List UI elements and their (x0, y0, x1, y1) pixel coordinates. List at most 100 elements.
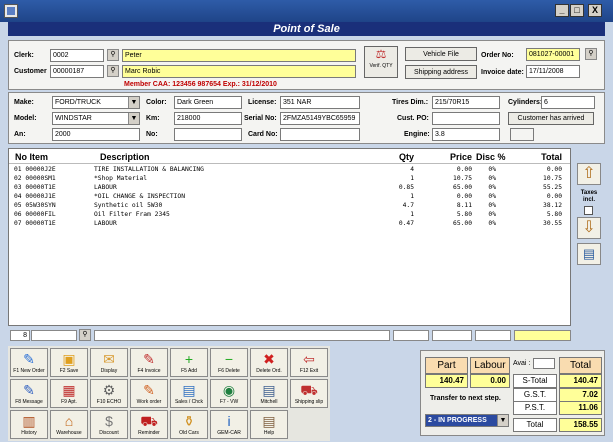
cust-po-label: Cust. PO: (397, 115, 429, 122)
mitchell-button[interactable]: ▤ Mitchell (250, 379, 288, 408)
engine-field[interactable]: 3.8 (432, 128, 500, 141)
add-button[interactable]: + F5 Add (170, 348, 208, 377)
maximize-button[interactable]: □ (570, 4, 584, 17)
tires-field[interactable]: 215/70R15 (432, 96, 500, 109)
model-select[interactable]: WINDSTAR ▼ (52, 112, 140, 125)
status-value: 2 - IN PROGRESS (428, 417, 487, 424)
info-button[interactable]: i GEM-CAR (210, 410, 248, 439)
taxes-incl-checkbox[interactable] (584, 206, 593, 215)
button-label: F7 - VW (219, 399, 239, 405)
discount-button[interactable]: $ Discount (90, 410, 128, 439)
new-order-icon: ✎ (23, 351, 35, 367)
disc-entry-field[interactable] (475, 330, 511, 341)
display-button[interactable]: ✉ Display (90, 348, 128, 377)
appointment-button[interactable]: ▦ F9 Apt. (50, 379, 88, 408)
message-icon: ✎ (23, 382, 35, 398)
clerk-id-field[interactable]: 0002 (50, 49, 104, 62)
customer-arrived-button[interactable]: Customer has arrived (508, 112, 594, 125)
total-entry-field[interactable] (514, 330, 571, 341)
shipping-button[interactable]: ⛟ Shipping slip (290, 379, 328, 408)
chevron-down-icon: ▼ (128, 97, 139, 108)
vehicle-file-button[interactable]: Vehicle File (405, 47, 477, 61)
verif-qty-button[interactable]: ⚖ Verif. QTY (364, 46, 398, 78)
part-total: 140.47 (425, 374, 468, 388)
cell-disc: 0% (488, 166, 496, 173)
invoice-date-field[interactable]: 17/11/2008 (526, 65, 580, 78)
cylinders-field[interactable]: 6 (541, 96, 595, 109)
description-entry-field[interactable] (94, 330, 390, 341)
button-label: Sales / Chck (174, 399, 204, 405)
clerk-search-icon[interactable]: ⚲ (107, 49, 119, 61)
cust-po-field[interactable] (432, 112, 500, 125)
invoice-button[interactable]: ✎ F4 Invoice (130, 348, 168, 377)
taxes-incl-label: Taxes incl. (580, 190, 598, 203)
cell-total: 5.80 (546, 211, 562, 218)
save-icon: ▣ (62, 351, 76, 367)
reminder-button[interactable]: ⛟ Reminder (130, 410, 168, 439)
cell-qty: 4.7 (402, 202, 414, 209)
qty-entry-field[interactable] (393, 330, 429, 341)
delete-button[interactable]: − F6 Delete (210, 348, 248, 377)
card-field[interactable] (280, 128, 360, 141)
echo-button[interactable]: ⚙ F10 ECHO (90, 379, 128, 408)
button-label: Work order (136, 399, 162, 405)
web-button[interactable]: ◉ F7 - VW (210, 379, 248, 408)
shipping-address-button[interactable]: Shipping address (405, 65, 477, 79)
avai-field[interactable] (533, 358, 555, 369)
button-label: Display (100, 368, 118, 374)
sales-check-button[interactable]: ▤ Sales / Chck (170, 379, 208, 408)
delete-order-icon: ✖ (263, 351, 275, 367)
cell-total: 38.12 (543, 202, 562, 209)
move-down-arrow-icon[interactable]: ⇩ (577, 217, 601, 239)
part-header: Part (425, 357, 468, 374)
customer-name-field[interactable]: Marc Robic (122, 65, 356, 78)
history-button[interactable]: ▥ History (10, 410, 48, 439)
move-up-arrow-icon[interactable]: ⇧ (577, 163, 601, 185)
work-order-button[interactable]: ✎ Work order (130, 379, 168, 408)
discount-icon: $ (105, 413, 113, 429)
cell-total: 30.55 (543, 220, 562, 227)
customer-id-field[interactable]: 00000187 (50, 65, 104, 78)
cell-total: 0.00 (546, 193, 562, 200)
work-order-icon: ✎ (143, 382, 155, 398)
old-cars-icon: ⚱ (183, 413, 195, 429)
message-button[interactable]: ✎ F8 Message (10, 379, 48, 408)
gst-label: G.S.T. (513, 388, 557, 402)
cell-description: LABOUR (94, 220, 117, 227)
customer-search-icon[interactable]: ⚲ (107, 65, 119, 77)
item-entry-field[interactable] (31, 330, 77, 341)
year-field[interactable]: 2000 (52, 128, 140, 141)
exit-button[interactable]: ⇦ F12 Exit (290, 348, 328, 377)
serial-label: Serial No: (244, 115, 277, 122)
new-order-button[interactable]: ✎ F1 New Order (10, 348, 48, 377)
display-icon: ✉ (103, 351, 115, 367)
make-select[interactable]: FORD/TRUCK ▼ (52, 96, 140, 109)
item-search-icon[interactable]: ⚲ (79, 329, 91, 341)
km-field[interactable]: 218000 (174, 112, 242, 125)
old-cars-button[interactable]: ⚱ Old Cars (170, 410, 208, 439)
km-label: Km: (146, 115, 160, 122)
cell-price: 0.00 (456, 193, 472, 200)
order-no-field[interactable]: 081027-00001 (526, 48, 580, 61)
no-field[interactable] (174, 128, 242, 141)
clerk-name-field[interactable]: Peter (122, 49, 356, 62)
help-button[interactable]: ▤ Help (250, 410, 288, 439)
color-field[interactable]: Dark Green (174, 96, 242, 109)
notes-icon[interactable]: ▤ (577, 243, 601, 265)
customer-label: Customer (14, 68, 47, 75)
avai-label: Avai : (513, 360, 531, 367)
status-select[interactable]: 2 - IN PROGRESS ▼ (425, 414, 509, 427)
button-label: Discount (99, 430, 119, 436)
order-search-icon[interactable]: ⚲ (585, 48, 597, 60)
minimize-button[interactable]: _ (555, 4, 569, 17)
save-button[interactable]: ▣ F2 Save (50, 348, 88, 377)
cell-disc: 0% (488, 211, 496, 218)
price-entry-field[interactable] (432, 330, 472, 341)
serial-field[interactable]: 2FMZA5149YBC65959 (280, 112, 360, 125)
delete-order-button[interactable]: ✖ Delete Ord. (250, 348, 288, 377)
cell-description: LABOUR (94, 184, 117, 191)
license-field[interactable]: 351 NAR (280, 96, 360, 109)
warehouse-button[interactable]: ⌂ Warehouse (50, 410, 88, 439)
button-label: F4 Invoice (137, 368, 161, 374)
close-button[interactable]: X (588, 4, 602, 17)
